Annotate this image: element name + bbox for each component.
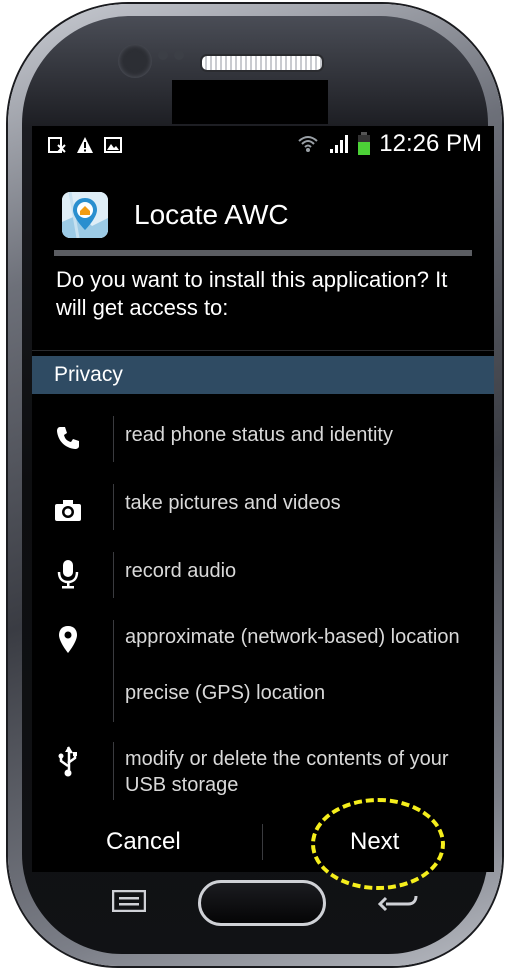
permission-separator <box>113 620 114 722</box>
permission-text: record audio <box>125 560 237 582</box>
permission-text-precise: precise (GPS) location <box>125 682 326 704</box>
camera-icon <box>54 496 82 524</box>
permission-item: take pictures and videos <box>32 478 494 534</box>
app-title: Locate AWC <box>134 199 289 230</box>
header-divider <box>54 250 472 256</box>
prompt-divider <box>32 350 494 351</box>
permission-item: record audio <box>32 546 494 602</box>
section-header-privacy: Privacy <box>32 356 494 394</box>
clock: 12:26 PM <box>379 130 482 157</box>
image-icon <box>104 137 122 153</box>
light-sensor <box>174 50 184 60</box>
signal-icon <box>330 135 349 153</box>
warning-icon <box>77 137 93 153</box>
locate-awc-app-icon <box>62 192 108 238</box>
status-bar: 12:26 PM <box>32 126 494 166</box>
back-key-icon[interactable] <box>378 884 420 914</box>
home-button[interactable] <box>198 880 326 926</box>
permission-text-approx: approximate (network-based) location <box>125 626 460 648</box>
permission-separator <box>113 742 114 800</box>
message-icon <box>48 137 66 153</box>
menu-key-icon[interactable] <box>112 890 146 912</box>
section-label: Privacy <box>54 363 123 386</box>
permission-separator <box>113 484 114 530</box>
front-camera <box>118 44 152 78</box>
microphone-icon <box>54 560 82 589</box>
permission-separator <box>113 552 114 598</box>
permission-separator <box>113 416 114 462</box>
next-button-highlight <box>311 798 445 890</box>
location-pin-icon <box>54 626 82 654</box>
permission-item: modify or delete the contents of your US… <box>32 738 494 804</box>
proximity-sensor <box>158 50 168 60</box>
install-prompt: Do you want to install this application?… <box>56 267 448 320</box>
permission-text: modify or delete the contents of your US… <box>125 748 449 796</box>
permission-item: approximate (network-based) location pre… <box>32 614 494 724</box>
permission-item: read phone status and identity <box>32 410 494 466</box>
app-header: Locate AWC <box>62 192 289 238</box>
redaction-block <box>172 80 328 124</box>
phone-screen: 12:26 PM Locate AWC Do you want to insta… <box>32 126 494 838</box>
permission-text: take pictures and videos <box>125 492 341 514</box>
earpiece-speaker <box>200 54 324 72</box>
usb-icon <box>54 746 82 777</box>
button-separator <box>262 824 263 860</box>
cancel-button[interactable]: Cancel <box>106 828 181 856</box>
wifi-icon <box>298 136 318 152</box>
permission-text: read phone status and identity <box>125 424 393 446</box>
battery-icon <box>358 132 371 155</box>
phone-icon <box>54 424 82 452</box>
